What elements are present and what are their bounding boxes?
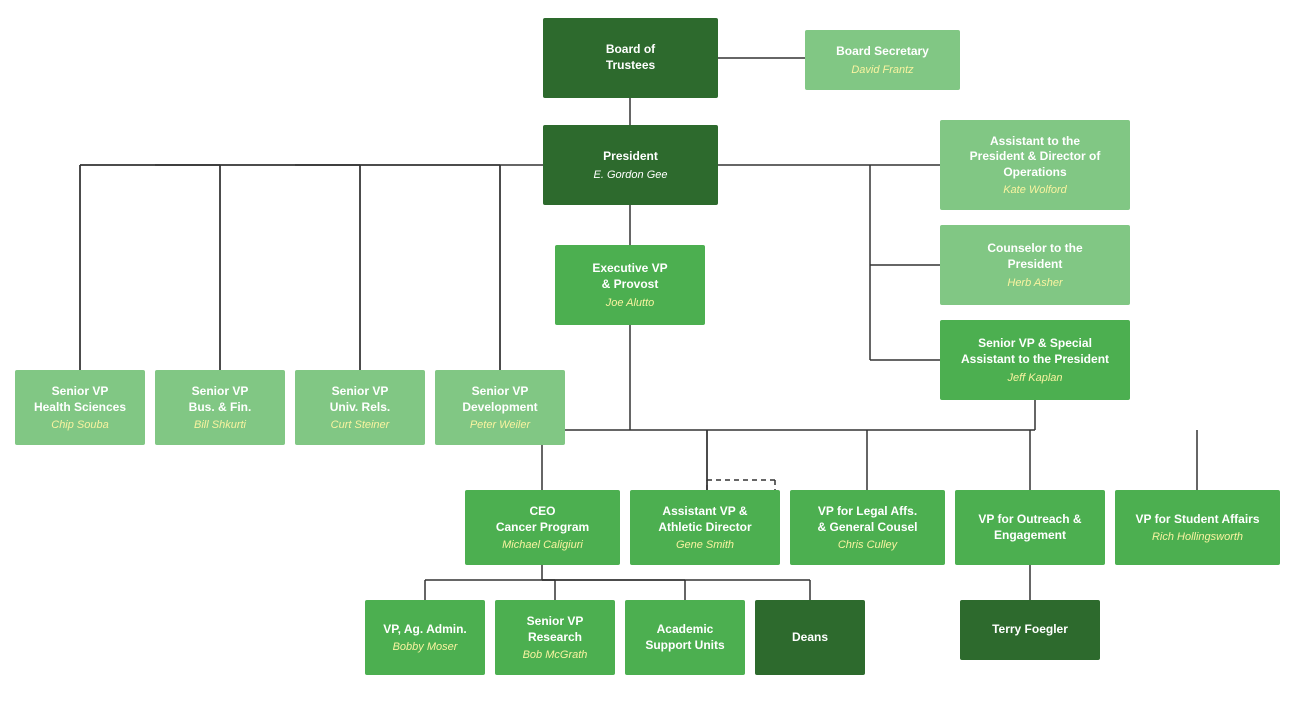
deans-title: Deans — [792, 630, 828, 646]
asst-president-name: Kate Wolford — [1003, 184, 1067, 196]
sr-vp-univ-title: Senior VP Univ. Rels. — [330, 384, 390, 415]
counselor-node: Counselor to the President Herb Asher — [940, 225, 1130, 305]
board-sec-name: David Frantz — [851, 64, 913, 76]
vp-student-title: VP for Student Affairs — [1135, 512, 1259, 528]
deans-node: Deans — [755, 600, 865, 675]
sr-vp-univ-name: Curt Steiner — [331, 419, 390, 431]
counselor-name: Herb Asher — [1007, 277, 1062, 289]
terry-title: Terry Foegler — [992, 622, 1068, 638]
asst-vp-athletic-node: Assistant VP & Athletic Director Gene Sm… — [630, 490, 780, 565]
vp-outreach-node: VP for Outreach & Engagement — [955, 490, 1105, 565]
exec-vp-title: Executive VP & Provost — [592, 261, 667, 292]
president-name: E. Gordon Gee — [594, 169, 668, 181]
sr-vp-special-name: Jeff Kaplan — [1007, 372, 1062, 384]
academic-support-title: Academic Support Units — [645, 622, 724, 653]
sr-vp-special-title: Senior VP & Special Assistant to the Pre… — [961, 336, 1109, 367]
vp-outreach-title: VP for Outreach & Engagement — [978, 512, 1081, 543]
sr-vp-bus-node: Senior VP Bus. & Fin. Bill Shkurti — [155, 370, 285, 445]
sr-vp-research-node: Senior VP Research Bob McGrath — [495, 600, 615, 675]
asst-vp-athletic-name: Gene Smith — [676, 539, 734, 551]
org-chart: Board of Trustees Board Secretary David … — [0, 0, 1296, 715]
sr-vp-dev-title: Senior VP Development — [462, 384, 537, 415]
board-title: Board of Trustees — [606, 42, 655, 73]
sr-vp-research-title: Senior VP Research — [527, 614, 584, 645]
ceo-cancer-title: CEO Cancer Program — [496, 504, 589, 535]
sr-vp-dev-name: Peter Weiler — [470, 419, 530, 431]
sr-vp-dev-node: Senior VP Development Peter Weiler — [435, 370, 565, 445]
vp-student-node: VP for Student Affairs Rich Hollingswort… — [1115, 490, 1280, 565]
ceo-cancer-node: CEO Cancer Program Michael Caligiuri — [465, 490, 620, 565]
exec-vp-node: Executive VP & Provost Joe Alutto — [555, 245, 705, 325]
vp-ag-title: VP, Ag. Admin. — [383, 622, 467, 638]
board-sec-title: Board Secretary — [836, 44, 929, 60]
board-secretary-node: Board Secretary David Frantz — [805, 30, 960, 90]
vp-ag-node: VP, Ag. Admin. Bobby Moser — [365, 600, 485, 675]
president-title: President — [603, 149, 658, 165]
sr-vp-special-node: Senior VP & Special Assistant to the Pre… — [940, 320, 1130, 400]
academic-support-node: Academic Support Units — [625, 600, 745, 675]
board-of-trustees-node: Board of Trustees — [543, 18, 718, 98]
sr-vp-health-node: Senior VP Health Sciences Chip Souba — [15, 370, 145, 445]
ceo-cancer-name: Michael Caligiuri — [502, 539, 583, 551]
sr-vp-health-title: Senior VP Health Sciences — [34, 384, 126, 415]
terry-node: Terry Foegler — [960, 600, 1100, 660]
counselor-title: Counselor to the President — [987, 241, 1082, 272]
vp-legal-name: Chris Culley — [838, 539, 897, 551]
president-node: President E. Gordon Gee — [543, 125, 718, 205]
asst-vp-athletic-title: Assistant VP & Athletic Director — [658, 504, 751, 535]
vp-ag-name: Bobby Moser — [393, 641, 458, 653]
sr-vp-bus-name: Bill Shkurti — [194, 419, 246, 431]
sr-vp-health-name: Chip Souba — [51, 419, 109, 431]
vp-student-name: Rich Hollingsworth — [1152, 531, 1243, 543]
exec-vp-name: Joe Alutto — [606, 297, 655, 309]
asst-president-node: Assistant to the President & Director of… — [940, 120, 1130, 210]
vp-legal-node: VP for Legal Affs. & General Cousel Chri… — [790, 490, 945, 565]
sr-vp-bus-title: Senior VP Bus. & Fin. — [189, 384, 252, 415]
sr-vp-research-name: Bob McGrath — [523, 649, 588, 661]
asst-president-title: Assistant to the President & Director of… — [970, 134, 1101, 181]
vp-legal-title: VP for Legal Affs. & General Cousel — [817, 504, 917, 535]
sr-vp-univ-node: Senior VP Univ. Rels. Curt Steiner — [295, 370, 425, 445]
